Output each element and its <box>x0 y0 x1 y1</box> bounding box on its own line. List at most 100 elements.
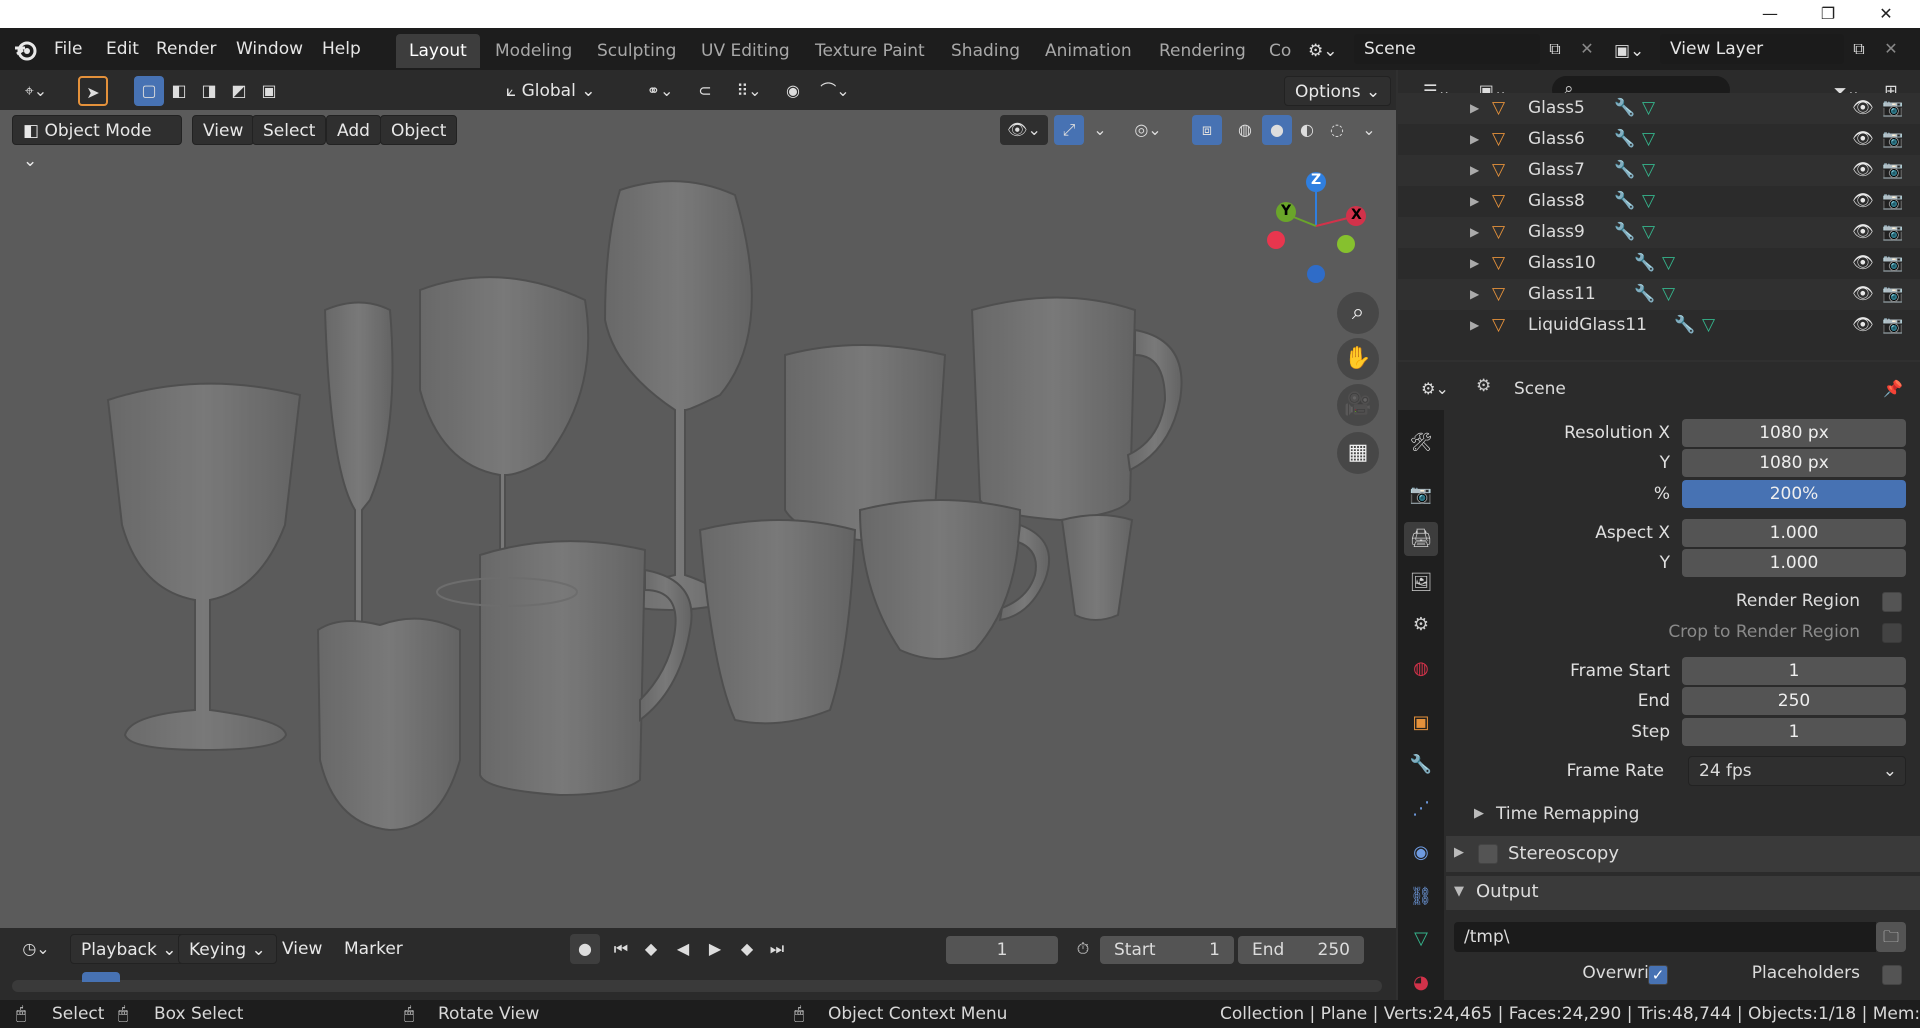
render-camera-icon[interactable]: 📷 <box>1882 217 1903 248</box>
tab-texture-paint[interactable]: Texture Paint <box>802 34 938 68</box>
render-camera-icon[interactable]: 📷 <box>1882 248 1903 279</box>
new-view-layer-icon[interactable]: ⧉ <box>1844 34 1874 64</box>
expand-arrow-icon[interactable]: ▶ <box>1470 155 1479 186</box>
modifier-wrench-icon[interactable]: 🔧 <box>1614 186 1635 217</box>
camera-view-icon[interactable]: 🎥 <box>1337 384 1379 426</box>
tab-modeling[interactable]: Modeling <box>482 34 585 68</box>
object-tab-icon[interactable]: ▣ <box>1404 706 1438 740</box>
visibility-eye-icon[interactable]: 👁 <box>1852 217 1874 248</box>
menu-window[interactable]: Window <box>228 28 311 70</box>
expand-arrow-icon[interactable]: ▶ <box>1470 310 1479 341</box>
blender-logo-icon[interactable] <box>12 36 40 64</box>
render-camera-icon[interactable]: 📷 <box>1882 155 1903 186</box>
menu-file[interactable]: File <box>46 28 90 70</box>
xray-toggle-icon[interactable]: ⧈ <box>1192 115 1222 145</box>
modifier-wrench-icon[interactable]: 🔧 <box>1614 93 1635 124</box>
minimize-button[interactable]: — <box>1742 0 1798 28</box>
view-menu[interactable]: View <box>192 115 255 145</box>
playhead[interactable] <box>82 972 120 982</box>
frame-start-field[interactable]: 1 <box>1682 657 1906 685</box>
add-menu[interactable]: Add <box>326 115 381 145</box>
outliner-item-label[interactable]: Glass6 <box>1528 124 1585 155</box>
mesh-data-icon[interactable]: ▽ <box>1642 124 1655 155</box>
outliner-row[interactable]: ▶ ▽ Glass7 🔧 ▽ 👁 📷 <box>1398 155 1920 186</box>
visibility-eye-icon[interactable]: 👁 <box>1852 248 1874 279</box>
aspect-y-field[interactable]: 1.000 <box>1682 549 1906 577</box>
world-tab-icon[interactable]: ◍ <box>1404 652 1438 686</box>
select-tool-icon[interactable]: ➤ <box>78 76 108 106</box>
mesh-data-icon[interactable]: ▽ <box>1662 279 1675 310</box>
modifier-tab-icon[interactable]: 🔧 <box>1404 748 1438 782</box>
modifier-wrench-icon[interactable]: 🔧 <box>1614 155 1635 186</box>
outliner-row[interactable]: ▶ ▽ Glass6 🔧 ▽ 👁 📷 <box>1398 124 1920 155</box>
frame-step-field[interactable]: 1 <box>1682 718 1906 746</box>
snap-target-icon[interactable]: ⠿⌄ <box>726 76 772 106</box>
prev-keyframe-icon[interactable]: ◆ <box>636 934 666 964</box>
resolution-x-field[interactable]: 1080 px <box>1682 419 1906 447</box>
outliner-row[interactable]: ▶ ▽ LiquidGlass11 🔧 ▽ 👁 📷 <box>1398 310 1920 341</box>
falloff-icon[interactable]: ⌒⌄ <box>812 76 858 106</box>
modifier-wrench-icon[interactable]: 🔧 <box>1674 310 1695 341</box>
output-tab-icon[interactable]: 🖨 <box>1404 522 1438 556</box>
delete-view-layer-icon[interactable]: ✕ <box>1876 34 1906 64</box>
expand-arrow-icon[interactable]: ▶ <box>1470 279 1479 310</box>
outliner-item-label[interactable]: Glass9 <box>1528 217 1585 248</box>
zoom-icon[interactable]: ⌕ <box>1337 292 1379 334</box>
timeline-editor-icon[interactable]: ◷⌄ <box>14 934 58 964</box>
snap-toggle-icon[interactable]: ⊂ <box>690 76 720 106</box>
modifier-wrench-icon[interactable]: 🔧 <box>1614 124 1635 155</box>
next-keyframe-icon[interactable]: ◆ <box>732 934 762 964</box>
stereoscopy-arrow-icon[interactable]: ▶ <box>1454 845 1464 860</box>
render-camera-icon[interactable]: 📷 <box>1882 310 1903 341</box>
end-frame-field[interactable]: End 250 <box>1238 936 1364 964</box>
constraints-tab-icon[interactable]: ⛓ <box>1404 880 1438 914</box>
visibility-eye-icon[interactable]: 👁 <box>1852 310 1874 341</box>
particles-tab-icon[interactable]: ⋰ <box>1404 792 1438 826</box>
resolution-y-field[interactable]: 1080 px <box>1682 449 1906 477</box>
mesh-data-icon[interactable]: ▽ <box>1702 310 1715 341</box>
menu-edit[interactable]: Edit <box>98 28 147 70</box>
pin-icon[interactable]: 📌 <box>1878 374 1908 404</box>
outliner-row[interactable]: ▶ ▽ Glass8 🔧 ▽ 👁 📷 <box>1398 186 1920 217</box>
tab-shading[interactable]: Shading <box>938 34 1033 68</box>
outliner-item-label[interactable]: Glass8 <box>1528 186 1585 217</box>
tab-animation[interactable]: Animation <box>1032 34 1145 68</box>
resolution-percent-slider[interactable]: 200% <box>1682 480 1906 508</box>
scene-tab-icon[interactable]: ⚙ <box>1404 608 1438 642</box>
editor-type-icon[interactable]: ⌖⌄ <box>12 76 60 106</box>
play-icon[interactable]: ▶ <box>700 934 730 964</box>
outliner-item-label[interactable]: Glass11 <box>1528 279 1596 310</box>
select-menu[interactable]: Select <box>252 115 327 145</box>
expand-arrow-icon[interactable]: ▶ <box>1470 217 1479 248</box>
transform-orientation-dropdown[interactable]: ⟀ Global ⌄ <box>506 76 626 106</box>
mesh-data-icon[interactable]: ▽ <box>1642 217 1655 248</box>
placeholders-checkbox[interactable] <box>1882 965 1902 985</box>
render-camera-icon[interactable]: 📷 <box>1882 186 1903 217</box>
solid-shading-icon[interactable]: ● <box>1262 115 1292 145</box>
delete-scene-icon[interactable]: ✕ <box>1572 34 1602 64</box>
3d-viewport[interactable] <box>0 70 1396 928</box>
folder-icon[interactable]: 🗀 <box>1876 922 1906 952</box>
menu-help[interactable]: Help <box>314 28 369 70</box>
view-layer-field[interactable]: View Layer <box>1660 34 1844 64</box>
close-window-button[interactable]: ✕ <box>1858 0 1914 28</box>
gizmo-toggle-icon[interactable]: ⤢ <box>1054 115 1084 145</box>
object-menu[interactable]: Object <box>380 115 458 145</box>
marker-menu[interactable]: Marker <box>334 934 413 964</box>
mesh-data-icon[interactable]: ▽ <box>1662 248 1675 279</box>
pivot-point-icon[interactable]: ⚭⌄ <box>638 76 682 106</box>
keying-menu[interactable]: Keying ⌄ <box>178 934 277 964</box>
output-arrow-icon[interactable]: ▼ <box>1454 884 1464 899</box>
tool-tab-icon[interactable]: 🛠 <box>1404 426 1438 460</box>
select-invert-icon[interactable]: ◩ <box>224 76 254 106</box>
overlay-toggle-icon[interactable]: ◎⌄ <box>1122 115 1174 145</box>
start-frame-field[interactable]: Start 1 <box>1100 936 1234 964</box>
new-scene-icon[interactable]: ⧉ <box>1540 34 1570 64</box>
pan-hand-icon[interactable]: ✋ <box>1337 338 1379 380</box>
time-remapping-panel[interactable]: Time Remapping <box>1496 804 1639 824</box>
visibility-eye-icon[interactable]: 👁 <box>1852 279 1874 310</box>
jump-start-icon[interactable]: ⏮ <box>606 934 636 964</box>
tab-layout[interactable]: Layout <box>396 34 480 68</box>
timeline-view-menu[interactable]: View <box>272 934 332 964</box>
outliner-item-label[interactable]: Glass5 <box>1528 93 1585 124</box>
